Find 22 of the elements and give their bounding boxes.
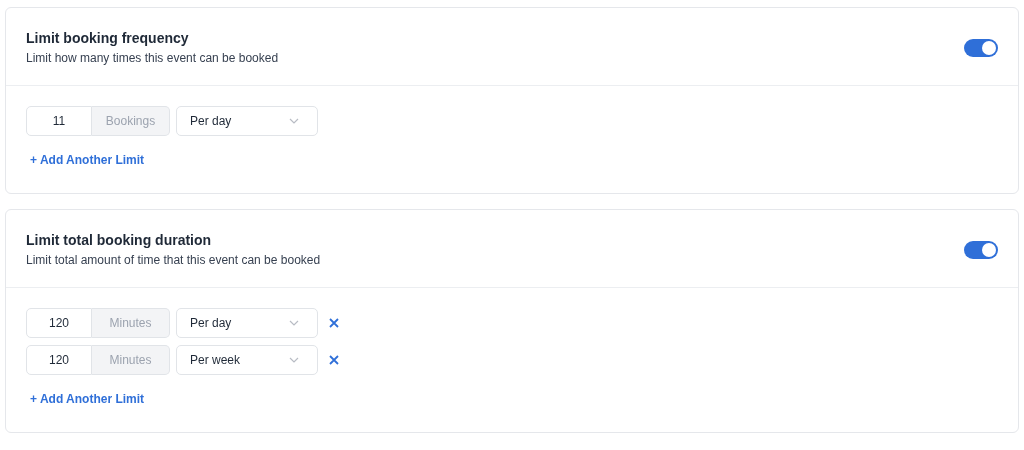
add-limit-link[interactable]: + Add Another Limit (26, 382, 145, 406)
period-dropdown[interactable]: Per week (176, 345, 318, 375)
unit-label: Minutes (92, 345, 170, 375)
number-input[interactable]: 120 (26, 308, 92, 338)
unit-label: Bookings (92, 106, 170, 136)
unit-label: Minutes (92, 308, 170, 338)
toggle-switch[interactable] (964, 38, 998, 57)
number-input[interactable]: 11 (26, 106, 92, 136)
section-description: Limit total amount of time that this event can be booked (26, 253, 321, 267)
number-input[interactable]: 120 (26, 345, 92, 375)
section-title: Limit booking frequency (26, 30, 190, 46)
section-title: Limit total booking duration (26, 232, 213, 248)
period-dropdown[interactable]: Per day (176, 308, 318, 338)
chevron-down-icon (289, 320, 299, 326)
period-dropdown[interactable]: Per day (176, 106, 318, 136)
toggle-switch[interactable] (964, 240, 998, 259)
close-icon[interactable] (329, 355, 339, 365)
add-limit-link[interactable]: + Add Another Limit (26, 143, 145, 167)
section-description: Limit how many times this event can be booked (26, 51, 279, 65)
close-icon[interactable] (329, 318, 339, 328)
chevron-down-icon (289, 118, 299, 124)
chevron-down-icon (289, 357, 299, 363)
